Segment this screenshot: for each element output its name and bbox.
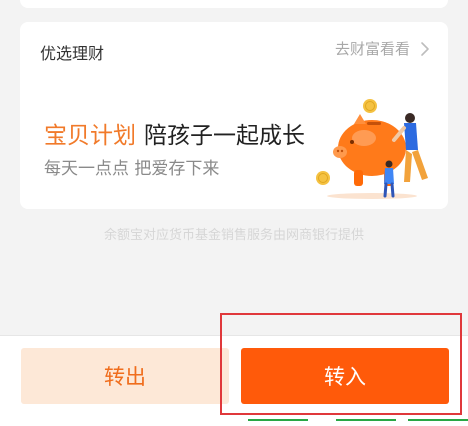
action-bar: 转出 转入 bbox=[0, 335, 468, 426]
promo-brand: 宝贝计划 bbox=[44, 123, 136, 149]
go-to-wealth-label: 去财富看看 bbox=[334, 40, 410, 58]
promo-tagline: 陪孩子一起成长 bbox=[144, 123, 305, 149]
chevron-right-icon bbox=[421, 41, 429, 56]
section-title: 优选理财 bbox=[40, 44, 105, 63]
promo-title: 宝贝计划 陪孩子一起成长 bbox=[44, 116, 305, 150]
go-to-wealth-link[interactable]: 去财富看看 bbox=[335, 38, 434, 59]
previous-card-edge bbox=[20, 0, 448, 8]
transfer-in-button[interactable]: 转入 bbox=[241, 348, 449, 404]
cropped-element-fragment bbox=[336, 416, 396, 422]
featured-finance-card: 优选理财 去财富看看 宝贝计划 陪孩子一起成长 每天一点点 把爱存下来 bbox=[20, 22, 448, 209]
promo-subtitle: 每天一点点 把爱存下来 bbox=[44, 159, 220, 179]
baby-plan-banner[interactable]: 宝贝计划 陪孩子一起成长 每天一点点 把爱存下来 bbox=[20, 92, 448, 202]
disclaimer-text: 余额宝对应货币基金销售服务由网商银行提供 bbox=[103, 228, 364, 243]
cropped-element-fragment bbox=[248, 416, 308, 422]
piggy-bank-family-icon bbox=[316, 99, 428, 199]
cropped-element-fragment bbox=[408, 416, 468, 422]
transfer-out-button[interactable]: 转出 bbox=[21, 348, 229, 404]
